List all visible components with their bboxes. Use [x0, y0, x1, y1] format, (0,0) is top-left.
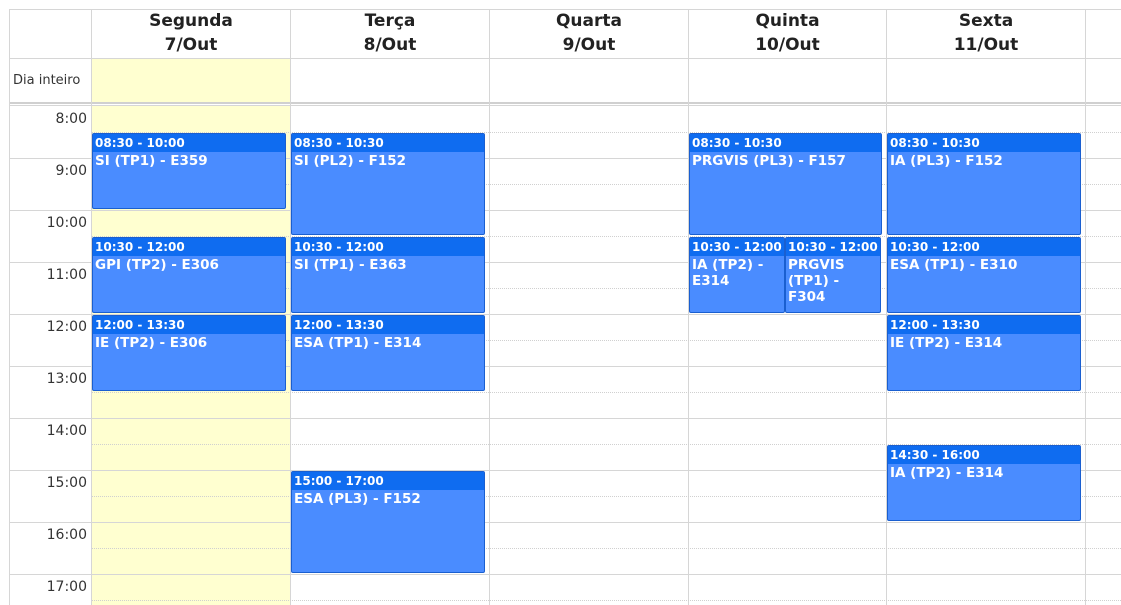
day-header-5[interactable]: Sexta 11/Out [886, 9, 1085, 58]
extra-column-line [1085, 9, 1086, 605]
hour-line [9, 418, 1121, 419]
calendar-event[interactable]: 14:30 - 16:00 IA (TP2) - E314 [887, 445, 1081, 521]
calendar-event[interactable]: 08:30 - 10:30 IA (PL3) - F152 [887, 133, 1081, 235]
event-title: SI (TP1) - E359 [95, 153, 208, 169]
allday-cell-4[interactable] [688, 59, 886, 102]
time-label: 9:00 [55, 163, 87, 179]
allday-cell-5[interactable] [886, 59, 1085, 102]
event-time: 12:00 - 13:30 [888, 316, 1080, 334]
event-time: 10:30 - 12:00 [292, 238, 484, 256]
time-label: 16:00 [46, 527, 87, 543]
day-date: 9/Out [562, 35, 616, 55]
event-time: 12:00 - 13:30 [93, 316, 285, 334]
event-title: ESA (TP1) - E314 [294, 335, 422, 351]
event-title: SI (PL2) - F152 [294, 153, 407, 169]
day-name: Sexta [958, 11, 1014, 31]
column-line [489, 9, 490, 605]
event-title: IE (TP2) - E314 [890, 335, 1003, 351]
week-calendar: Segunda 7/Out Terça 8/Out Quarta 9/Out Quinta 1… [0, 0, 1121, 605]
calendar-event[interactable]: 12:00 - 13:30 IE (TP2) - E314 [887, 315, 1081, 391]
event-title: GPI (TP2) - E306 [95, 257, 219, 273]
event-title: IE (TP2) - E306 [95, 335, 208, 351]
time-label: 17:00 [46, 579, 87, 595]
event-title: IA (TP2) - E314 [692, 257, 764, 289]
hour-line [9, 574, 1121, 575]
calendar-event[interactable]: 10:30 - 12:00 IA (TP2) - E314 [689, 237, 785, 313]
calendar-event[interactable]: 10:30 - 12:00 SI (TP1) - E363 [291, 237, 485, 313]
day-name: Segunda [149, 11, 233, 31]
day-name: Quarta [555, 11, 622, 31]
event-time: 10:30 - 12:00 [888, 238, 1080, 256]
calendar-event[interactable]: 15:00 - 17:00 ESA (PL3) - F152 [291, 471, 485, 573]
time-label: 8:00 [55, 111, 87, 127]
event-title: ESA (PL3) - F152 [294, 491, 421, 507]
event-time: 08:30 - 10:30 [292, 134, 484, 152]
event-title: ESA (TP1) - E310 [890, 257, 1018, 273]
half-hour-line [92, 600, 1121, 601]
day-date: 10/Out [755, 35, 820, 55]
calendar-event[interactable]: 10:30 - 12:00 GPI (TP2) - E306 [92, 237, 286, 313]
event-title: SI (TP1) - E363 [294, 257, 407, 273]
day-name: Terça [364, 11, 416, 31]
time-label: 14:00 [46, 423, 87, 439]
day-date: 7/Out [164, 35, 218, 55]
event-time: 10:30 - 12:00 [690, 238, 784, 256]
hour-line [9, 522, 1121, 523]
event-time: 10:30 - 12:00 [786, 238, 880, 256]
allday-cell-3[interactable] [489, 59, 688, 102]
calendar-event[interactable]: 08:30 - 10:30 SI (PL2) - F152 [291, 133, 485, 235]
allday-cell-1[interactable] [91, 59, 290, 102]
calendar-event[interactable]: 10:30 - 12:00 PRGVIS (TP1) - F304 [785, 237, 881, 313]
day-date: 8/Out [363, 35, 417, 55]
calendar-event[interactable]: 12:00 - 13:30 IE (TP2) - E306 [92, 315, 286, 391]
event-title: IA (TP2) - E314 [890, 465, 1004, 481]
day-name: Quinta [755, 11, 820, 31]
calendar-event[interactable]: 10:30 - 12:00 ESA (TP1) - E310 [887, 237, 1081, 313]
event-time: 10:30 - 12:00 [93, 238, 285, 256]
event-time: 12:00 - 13:30 [292, 316, 484, 334]
time-label: 11:00 [46, 267, 87, 283]
event-time: 08:30 - 10:30 [888, 134, 1080, 152]
calendar-event[interactable]: 08:30 - 10:00 SI (TP1) - E359 [92, 133, 286, 209]
day-header-2[interactable]: Terça 8/Out [290, 9, 489, 58]
event-time: 08:30 - 10:00 [93, 134, 285, 152]
calendar-event[interactable]: 12:00 - 13:30 ESA (TP1) - E314 [291, 315, 485, 391]
half-hour-line [92, 548, 1121, 549]
time-label: 10:00 [46, 215, 87, 231]
day-date: 11/Out [953, 35, 1019, 55]
left-frame-line [9, 9, 10, 605]
time-label: 12:00 [46, 319, 87, 335]
allday-bottom-border-2 [9, 105, 1121, 106]
calendar-event[interactable]: 08:30 - 10:30 PRGVIS (PL3) - F157 [689, 133, 882, 235]
time-label: 15:00 [46, 475, 87, 491]
time-label: 13:00 [46, 371, 87, 387]
event-title: PRGVIS (TP1) - F304 [788, 257, 845, 305]
event-title: IA (PL3) - F152 [890, 153, 1003, 169]
day-header-3[interactable]: Quarta 9/Out [489, 9, 688, 58]
allday-bottom-border [9, 102, 1121, 104]
day-header-4[interactable]: Quinta 10/Out [688, 9, 886, 58]
allday-cell-2[interactable] [290, 59, 489, 102]
day-header-1[interactable]: Segunda 7/Out [91, 9, 290, 58]
event-title: PRGVIS (PL3) - F157 [692, 153, 846, 169]
all-day-label: Dia inteiro [13, 73, 81, 88]
event-time: 08:30 - 10:30 [690, 134, 881, 152]
event-time: 15:00 - 17:00 [292, 472, 484, 490]
half-hour-line [92, 392, 1121, 393]
event-time: 14:30 - 16:00 [888, 446, 1080, 464]
